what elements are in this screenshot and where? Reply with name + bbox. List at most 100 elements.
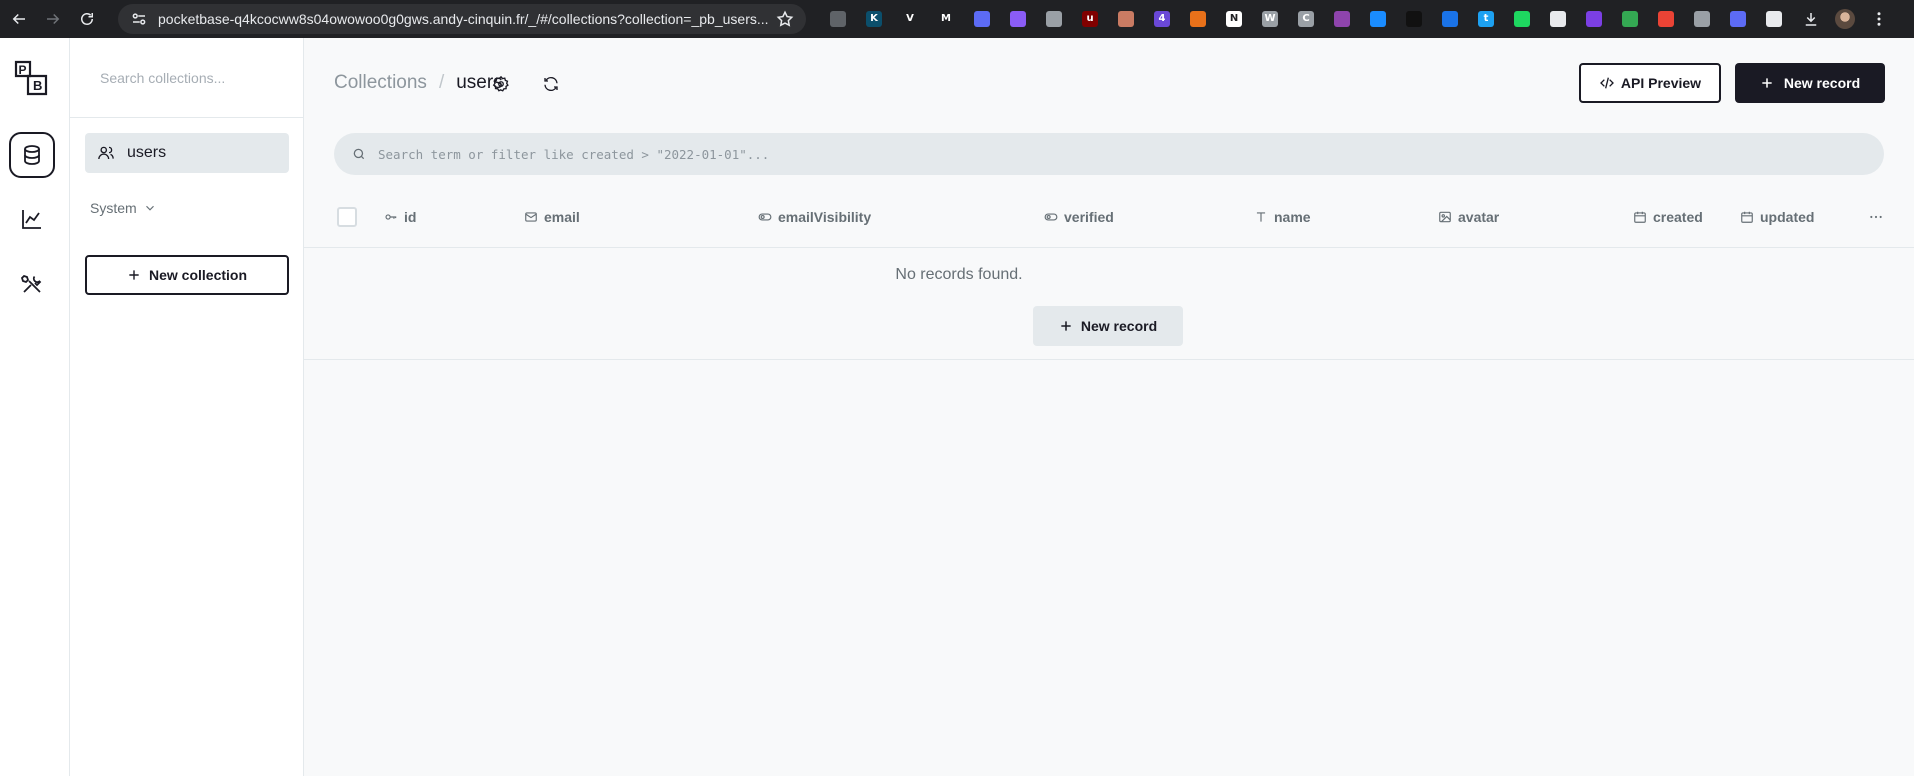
column-verified[interactable]: verified xyxy=(1044,186,1114,248)
search-icon xyxy=(353,148,365,160)
url-text[interactable]: pocketbase-q4kcocww8s04owowoo0g0gws.andy… xyxy=(158,11,768,27)
api-preview-button[interactable]: API Preview xyxy=(1579,63,1721,103)
sidebar-item-label: users xyxy=(127,144,167,161)
extension-button[interactable]: N xyxy=(1216,4,1252,34)
extension-button[interactable]: u xyxy=(1072,4,1108,34)
extension-button[interactable] xyxy=(1180,4,1216,34)
breadcrumb-collections: Collections xyxy=(334,72,427,93)
download-icon xyxy=(1805,13,1817,26)
new-collection-label: New collection xyxy=(148,267,248,283)
window-ext-icon xyxy=(1442,11,1458,27)
extension-button[interactable]: 4 xyxy=(1144,4,1180,34)
arrow-right-icon xyxy=(47,13,60,25)
column-created[interactable]: created xyxy=(1633,186,1703,248)
extension-button[interactable]: V xyxy=(892,4,928,34)
records-table-header: id email emailVisibility verified name a… xyxy=(304,186,1914,248)
code-icon xyxy=(1599,77,1614,89)
text-icon xyxy=(1256,212,1266,222)
browser-menu-button[interactable] xyxy=(1864,4,1894,34)
toggle-icon xyxy=(758,213,772,221)
column-email[interactable]: email xyxy=(524,186,580,248)
collections-search-input[interactable] xyxy=(100,69,280,86)
sun-ext-icon xyxy=(1730,11,1746,27)
new-collection-button[interactable]: New collection xyxy=(85,255,289,295)
records-search-input[interactable] xyxy=(378,146,1778,162)
empty-message: No records found. xyxy=(895,266,1023,283)
extension-button[interactable] xyxy=(1432,4,1468,34)
bookmark-star-icon[interactable] xyxy=(776,10,794,28)
column-label: name xyxy=(1274,209,1311,225)
column-label: avatar xyxy=(1458,209,1500,225)
collections-nav-button[interactable] xyxy=(9,132,55,178)
refresh-icon xyxy=(544,76,558,92)
column-id[interactable]: id xyxy=(384,186,416,248)
extension-button[interactable] xyxy=(1576,4,1612,34)
extension-button[interactable] xyxy=(1504,4,1540,34)
extension-button[interactable] xyxy=(1108,4,1144,34)
chevron-down-icon xyxy=(145,205,154,211)
pocketbase-logo[interactable]: P B xyxy=(12,58,52,98)
extension-button[interactable]: t xyxy=(1468,4,1504,34)
history-ext-icon xyxy=(830,11,846,27)
extension-button[interactable] xyxy=(1324,4,1360,34)
badge-ext-icon: 4 xyxy=(1154,11,1170,27)
extension-button[interactable] xyxy=(1396,4,1432,34)
column-avatar[interactable]: avatar xyxy=(1438,186,1499,248)
extension-button[interactable] xyxy=(1540,4,1576,34)
extension-button[interactable] xyxy=(964,4,1000,34)
select-all-checkbox[interactable] xyxy=(337,207,357,227)
extension-button[interactable] xyxy=(1612,4,1648,34)
extension-button[interactable] xyxy=(1648,4,1684,34)
extension-button[interactable] xyxy=(820,4,856,34)
extension-button[interactable]: C xyxy=(1288,4,1324,34)
logs-nav-button[interactable] xyxy=(9,196,55,242)
extension-button[interactable] xyxy=(1756,4,1792,34)
refresh-button[interactable] xyxy=(536,69,566,99)
gear-purple-ext-icon xyxy=(1010,11,1026,27)
key-icon xyxy=(385,214,397,220)
ci-ext-icon: C xyxy=(1298,11,1314,27)
address-bar[interactable]: pocketbase-q4kcocww8s04owowoo0g0gws.andy… xyxy=(118,4,806,34)
column-name[interactable]: name xyxy=(1254,186,1311,248)
database-icon xyxy=(24,145,40,165)
extension-button[interactable] xyxy=(1720,4,1756,34)
extension-button[interactable] xyxy=(1000,4,1036,34)
tools-icon xyxy=(20,274,42,293)
column-label: verified xyxy=(1064,209,1114,225)
kollect-ext-icon: K xyxy=(866,11,882,27)
system-collections-toggle[interactable]: System xyxy=(90,200,157,216)
extension-button[interactable]: M xyxy=(928,4,964,34)
fox-ext-icon xyxy=(1190,11,1206,27)
records-search-bar[interactable] xyxy=(334,133,1884,175)
settings-nav-button[interactable] xyxy=(9,261,55,307)
column-updated[interactable]: updated xyxy=(1740,186,1814,248)
extension-button[interactable]: K xyxy=(856,4,892,34)
svg-text:P: P xyxy=(19,63,27,77)
users-icon xyxy=(98,146,114,160)
extension-button[interactable]: W xyxy=(1252,4,1288,34)
columns-options-button[interactable] xyxy=(1868,186,1884,248)
column-emailVisibility[interactable]: emailVisibility xyxy=(758,186,871,248)
extension-button[interactable] xyxy=(1360,4,1396,34)
v-ext-icon: V xyxy=(902,11,918,27)
face-ext-icon xyxy=(1118,11,1134,27)
collection-settings-button[interactable] xyxy=(486,69,516,99)
extension-button[interactable] xyxy=(1036,4,1072,34)
empty-new-record-button[interactable]: New record xyxy=(1033,306,1183,346)
kebab-menu-icon xyxy=(1877,12,1881,26)
forward-button[interactable] xyxy=(38,4,68,34)
empty-new-record-label: New record xyxy=(1080,318,1158,334)
back-button[interactable] xyxy=(4,4,34,34)
notion-ext-icon: N xyxy=(1226,11,1242,27)
sidebar-item-users[interactable]: users xyxy=(85,133,289,173)
profile-avatar[interactable] xyxy=(1830,4,1860,34)
avatar-icon xyxy=(1835,9,1855,29)
new-record-button[interactable]: New record xyxy=(1735,63,1885,103)
downloads-button[interactable] xyxy=(1796,4,1826,34)
reload-button[interactable] xyxy=(72,4,102,34)
site-settings-icon[interactable] xyxy=(130,10,148,28)
extension-button[interactable] xyxy=(1684,4,1720,34)
arrow-left-icon xyxy=(12,13,25,25)
bars-ext-icon xyxy=(1046,11,1062,27)
mail-icon xyxy=(525,212,537,222)
